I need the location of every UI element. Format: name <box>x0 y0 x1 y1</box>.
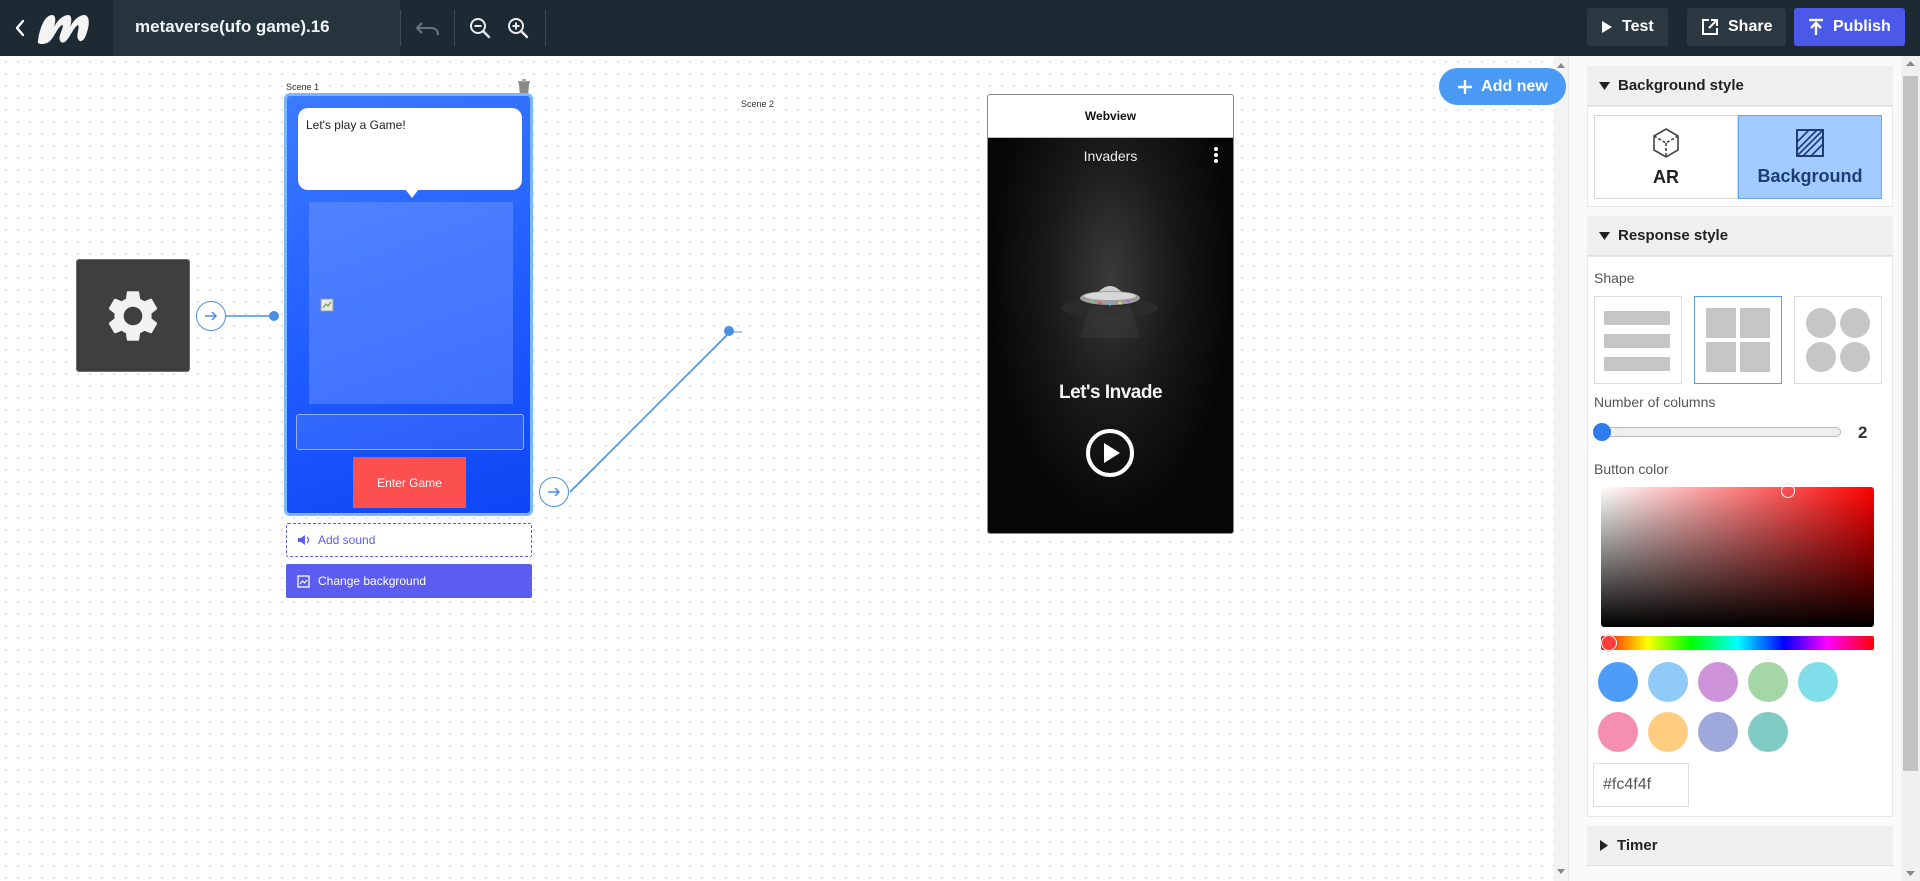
columns-label: Number of columns <box>1594 394 1716 410</box>
color-swatch-teal[interactable] <box>1748 712 1788 752</box>
broken-image-icon <box>320 298 334 312</box>
shape-list-option[interactable] <box>1594 296 1682 384</box>
scene1-label: Scene 1 <box>286 82 320 92</box>
message-bubble[interactable]: Let's play a Game! <box>298 108 522 190</box>
video-caption: Let's Invade <box>1058 382 1163 403</box>
background-style-title: Background style <box>1618 77 1744 94</box>
color-swatch-purple[interactable] <box>1698 662 1738 702</box>
media-placeholder[interactable] <box>309 202 513 404</box>
shape-circle <box>1806 308 1836 338</box>
arrow-right-icon <box>548 487 561 497</box>
gear-icon <box>108 290 158 341</box>
color-swatch-green[interactable] <box>1748 662 1788 702</box>
arrow-right-icon <box>205 311 218 321</box>
webview-card[interactable]: Webview Invaders Let's Invade <box>987 94 1234 534</box>
caret-right-icon <box>1600 840 1608 851</box>
shape-square <box>1706 308 1736 338</box>
background-option[interactable]: Background <box>1738 115 1882 199</box>
upload-icon <box>1809 18 1823 35</box>
response-input[interactable] <box>296 414 524 450</box>
scene1-card[interactable]: Let's play a Game! Enter Game <box>284 93 533 516</box>
shape-square <box>1740 308 1770 338</box>
timer-header[interactable]: Timer <box>1587 826 1893 866</box>
shape-bar <box>1604 311 1670 325</box>
hex-color-input[interactable]: #fc4f4f <box>1593 763 1689 807</box>
speaker-icon <box>298 535 310 545</box>
color-swatch-blue[interactable] <box>1598 662 1638 702</box>
video-preview[interactable]: Invaders Let's Invade <box>988 138 1233 533</box>
texture-icon <box>1796 128 1824 157</box>
cube-icon <box>1653 127 1679 158</box>
shape-bar <box>1604 357 1670 371</box>
timer-title: Timer <box>1617 837 1658 854</box>
more-vert-icon[interactable] <box>1213 147 1219 163</box>
test-label: Test <box>1622 18 1654 35</box>
color-saturation-picker[interactable] <box>1601 487 1874 627</box>
play-icon <box>1602 21 1612 33</box>
shape-grid-option[interactable] <box>1694 296 1782 384</box>
share-icon <box>1702 19 1718 35</box>
shape-bar <box>1604 334 1670 348</box>
shape-square <box>1740 342 1770 372</box>
caret-down-icon <box>1599 231 1610 240</box>
shape-square <box>1706 342 1736 372</box>
enter-game-output-port[interactable] <box>539 477 569 507</box>
columns-slider-track[interactable] <box>1602 427 1841 437</box>
plus-icon <box>1458 79 1473 94</box>
enter-game-button[interactable]: Enter Game <box>353 457 466 508</box>
change-background-label: Change background <box>318 574 427 588</box>
canvas-scrollbar[interactable] <box>1554 56 1568 881</box>
columns-value: 2 <box>1858 423 1868 442</box>
panel-scrollbar-thumb[interactable] <box>1903 76 1918 771</box>
shape-circle <box>1840 308 1870 338</box>
columns-slider-handle[interactable] <box>1593 423 1611 441</box>
add-sound-button[interactable]: Add sound <box>286 523 532 557</box>
color-picker-handle[interactable] <box>1781 484 1795 498</box>
share-label: Share <box>1728 18 1773 35</box>
add-new-label: Add new <box>1481 77 1548 95</box>
change-background-button[interactable]: Change background <box>286 564 532 598</box>
color-swatch-indigo[interactable] <box>1698 712 1738 752</box>
video-title: Invaders <box>1083 148 1138 164</box>
start-node[interactable] <box>76 259 190 372</box>
share-button[interactable]: Share <box>1687 8 1787 46</box>
message-text: Let's play a Game! <box>306 118 406 132</box>
connector-lines <box>226 315 742 493</box>
scene2-input-port[interactable] <box>724 326 734 336</box>
color-swatch-orange[interactable] <box>1648 712 1688 752</box>
shape-label: Shape <box>1594 270 1635 286</box>
start-output-port[interactable] <box>196 301 226 331</box>
shape-circles-option[interactable] <box>1794 296 1882 384</box>
publish-button[interactable]: Publish <box>1794 8 1905 46</box>
response-style-header[interactable]: Response style <box>1587 216 1893 256</box>
button-color-label: Button color <box>1594 461 1669 477</box>
publish-label: Publish <box>1833 18 1891 35</box>
caret-down-icon <box>1599 81 1610 90</box>
response-style-title: Response style <box>1618 227 1729 244</box>
hue-slider[interactable] <box>1601 636 1874 650</box>
test-button[interactable]: Test <box>1587 8 1668 46</box>
play-circle-icon[interactable] <box>1085 428 1135 478</box>
add-sound-label: Add sound <box>318 533 376 547</box>
color-swatch-pink[interactable] <box>1598 712 1638 752</box>
shape-circle <box>1806 342 1836 372</box>
scene1-input-port[interactable] <box>269 311 279 321</box>
image-icon <box>297 574 310 588</box>
ar-option[interactable]: AR <box>1594 115 1738 199</box>
shape-circle <box>1840 342 1870 372</box>
ufo-icon <box>1062 286 1158 338</box>
webview-header: Webview <box>988 95 1233 138</box>
hue-slider-handle[interactable] <box>1601 635 1617 651</box>
color-swatch-light-blue[interactable] <box>1648 662 1688 702</box>
color-swatch-cyan[interactable] <box>1798 662 1838 702</box>
background-option-label: Background <box>1757 165 1863 186</box>
background-style-header[interactable]: Background style <box>1587 66 1893 106</box>
trash-icon <box>518 79 530 94</box>
scene2-label: Scene 2 <box>741 99 775 109</box>
ar-option-label: AR <box>1653 166 1679 187</box>
add-new-button[interactable]: Add new <box>1439 68 1566 105</box>
bubble-tail <box>405 189 419 198</box>
